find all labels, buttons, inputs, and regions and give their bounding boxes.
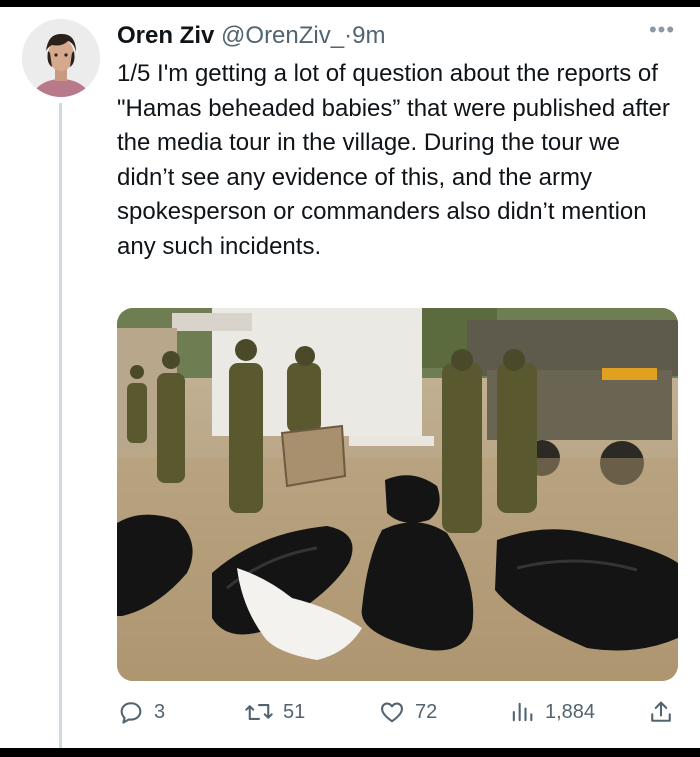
tweet-card[interactable]: Oren Ziv @OrenZiv_·9m ••• 1/5 I'm gettin… [0,7,700,748]
tweet-photo[interactable] [117,308,678,681]
repost-icon [245,704,273,720]
reply-icon [120,702,142,724]
reply-count: 3 [154,700,166,723]
avatar-image [22,19,100,97]
avatar[interactable] [22,19,100,97]
more-options-icon[interactable]: ••• [645,19,679,41]
views-button[interactable]: 1,884 [508,697,595,727]
views-icon [512,702,533,722]
tweet-header: Oren Ziv @OrenZiv_·9m [117,21,385,51]
repost-button[interactable]: 51 [244,697,305,727]
photo-image [117,308,678,681]
like-count: 72 [415,700,438,723]
thread-line [59,103,62,748]
reply-button[interactable]: 3 [117,697,165,727]
like-icon [381,702,403,723]
screenshot-frame: Oren Ziv @OrenZiv_·9m ••• 1/5 I'm gettin… [0,0,700,757]
views-count: 1,884 [545,700,596,723]
timestamp[interactable]: 9m [352,22,385,49]
separator-dot: · [344,22,353,49]
share-button[interactable] [647,697,675,727]
author-name[interactable]: Oren Ziv [117,22,214,49]
share-icon [651,701,671,722]
like-button[interactable]: 72 [378,697,437,727]
action-bar: 3 51 72 1,884 [117,697,677,727]
tweet-text: 1/5 I'm getting a lot of question about … [117,60,670,260]
repost-count: 51 [283,700,306,723]
author-handle[interactable]: @OrenZiv_ [221,22,344,49]
